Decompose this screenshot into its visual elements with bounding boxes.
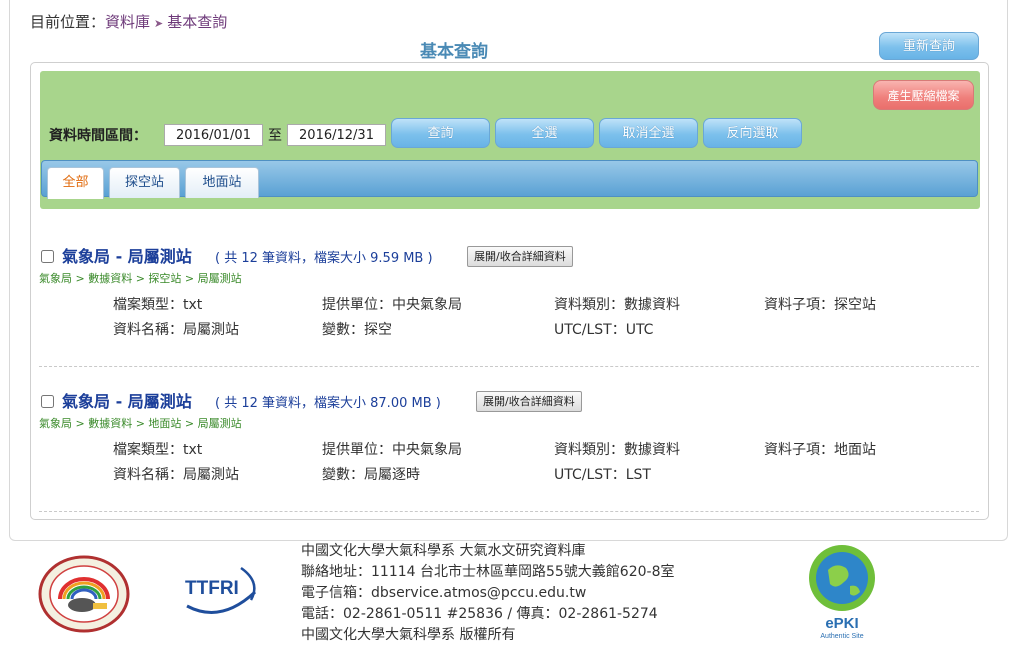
generate-zip-button[interactable]: 產生壓縮檔案 [873, 80, 974, 110]
page-title: 基本查詢 [420, 42, 488, 62]
toggle-details-button[interactable]: 展開/收合詳細資料 [476, 391, 582, 412]
divider [39, 366, 979, 367]
breadcrumb-current: 基本查詢 [167, 13, 228, 31]
field-utc-lst: UTC/LST：UTC [554, 322, 654, 338]
to-label: 至 [268, 128, 282, 144]
record-checkbox[interactable] [41, 395, 54, 408]
field-file-type: 檔案類型：txt [113, 297, 203, 313]
time-range-label: 資料時間區間： [49, 128, 147, 144]
record-path: 氣象局 > 數據資料 > 地面站 > 局屬測站 [39, 417, 242, 430]
field-provider: 提供單位：中央氣象局 [322, 442, 462, 458]
deselect-all-button[interactable]: 取消全選 [599, 118, 698, 148]
select-all-button[interactable]: 全選 [495, 118, 594, 148]
end-date-input[interactable] [287, 124, 386, 146]
footer-line-copyright: 中國文化大學大氣科學系 版權所有 [301, 627, 516, 643]
footer-line-dept: 中國文化大學大氣科學系 大氣水文研究資料庫 [301, 543, 586, 559]
divider [39, 511, 979, 512]
query-container: 產生壓縮檔案 資料時間區間： 至 查詢 全選 取消全選 反向選取 全部 探空站 … [30, 62, 989, 520]
record-title[interactable]: 氣象局 - 局屬測站 [62, 243, 192, 267]
tab-all[interactable]: 全部 [47, 167, 104, 199]
toggle-details-button[interactable]: 展開/收合詳細資料 [467, 246, 573, 267]
tab-sounding-station[interactable]: 探空站 [109, 167, 180, 198]
query-toolbar: 產生壓縮檔案 資料時間區間： 至 查詢 全選 取消全選 反向選取 全部 探空站 … [40, 71, 980, 209]
reset-query-button[interactable]: 重新查詢 [879, 32, 979, 60]
breadcrumb-separator-icon: ➤ [154, 17, 164, 30]
field-subitem: 資料子項：地面站 [764, 442, 876, 458]
breadcrumb-database-link[interactable]: 資料庫 [105, 13, 150, 31]
ttfri-logo: TTFRI [185, 566, 257, 614]
footer-line-address: 聯絡地址：11114 台北市士林區華岡路55號大義館620-8室 [301, 564, 675, 580]
start-date-input[interactable] [164, 124, 263, 146]
epki-logo[interactable]: ePKI Authentic Site [806, 540, 878, 640]
field-category: 資料類別：數據資料 [554, 297, 680, 313]
tab-bar: 全部 探空站 地面站 [41, 160, 978, 199]
query-button[interactable]: 查詢 [391, 118, 490, 148]
footer-line-phone: 電話：02-2861-0511 #25836 / 傳真：02-2861-5274 [301, 606, 658, 622]
field-provider: 提供單位：中央氣象局 [322, 297, 462, 313]
record-info: ( 共 12 筆資料，檔案大小 9.59 MB ) [215, 251, 433, 266]
field-subitem: 資料子項：探空站 [764, 297, 876, 313]
record-path: 氣象局 > 數據資料 > 探空站 > 局屬測站 [39, 272, 242, 285]
record-info: ( 共 12 筆資料，檔案大小 87.00 MB ) [215, 396, 441, 411]
field-variable: 變數：局屬逐時 [322, 467, 420, 483]
field-name: 資料名稱：局屬測站 [113, 467, 239, 483]
field-utc-lst: UTC/LST：LST [554, 467, 651, 483]
record-title[interactable]: 氣象局 - 局屬測站 [62, 388, 192, 412]
field-name: 資料名稱：局屬測站 [113, 322, 239, 338]
breadcrumb-prefix: 目前位置： [30, 13, 106, 31]
invert-selection-button[interactable]: 反向選取 [703, 118, 802, 148]
epki-logo-subtext: Authentic Site [820, 633, 863, 640]
tab-surface-station[interactable]: 地面站 [185, 167, 259, 198]
field-file-type: 檔案類型：txt [113, 442, 203, 458]
footer-info: 中國文化大學大氣科學系 大氣水文研究資料庫 聯絡地址：11114 台北市士林區華… [301, 541, 674, 646]
field-variable: 變數：探空 [322, 322, 392, 338]
footer-line-email: 電子信箱：dbservice.atmos@pccu.edu.tw [301, 585, 587, 601]
pccu-seal-logo [38, 555, 130, 633]
field-category: 資料類別：數據資料 [554, 442, 680, 458]
epki-logo-text: ePKI [825, 615, 858, 632]
ttfri-logo-text: TTFRI [185, 578, 239, 599]
record-checkbox[interactable] [41, 250, 54, 263]
breadcrumb: 目前位置：資料庫 ➤ 基本查詢 [30, 11, 227, 32]
